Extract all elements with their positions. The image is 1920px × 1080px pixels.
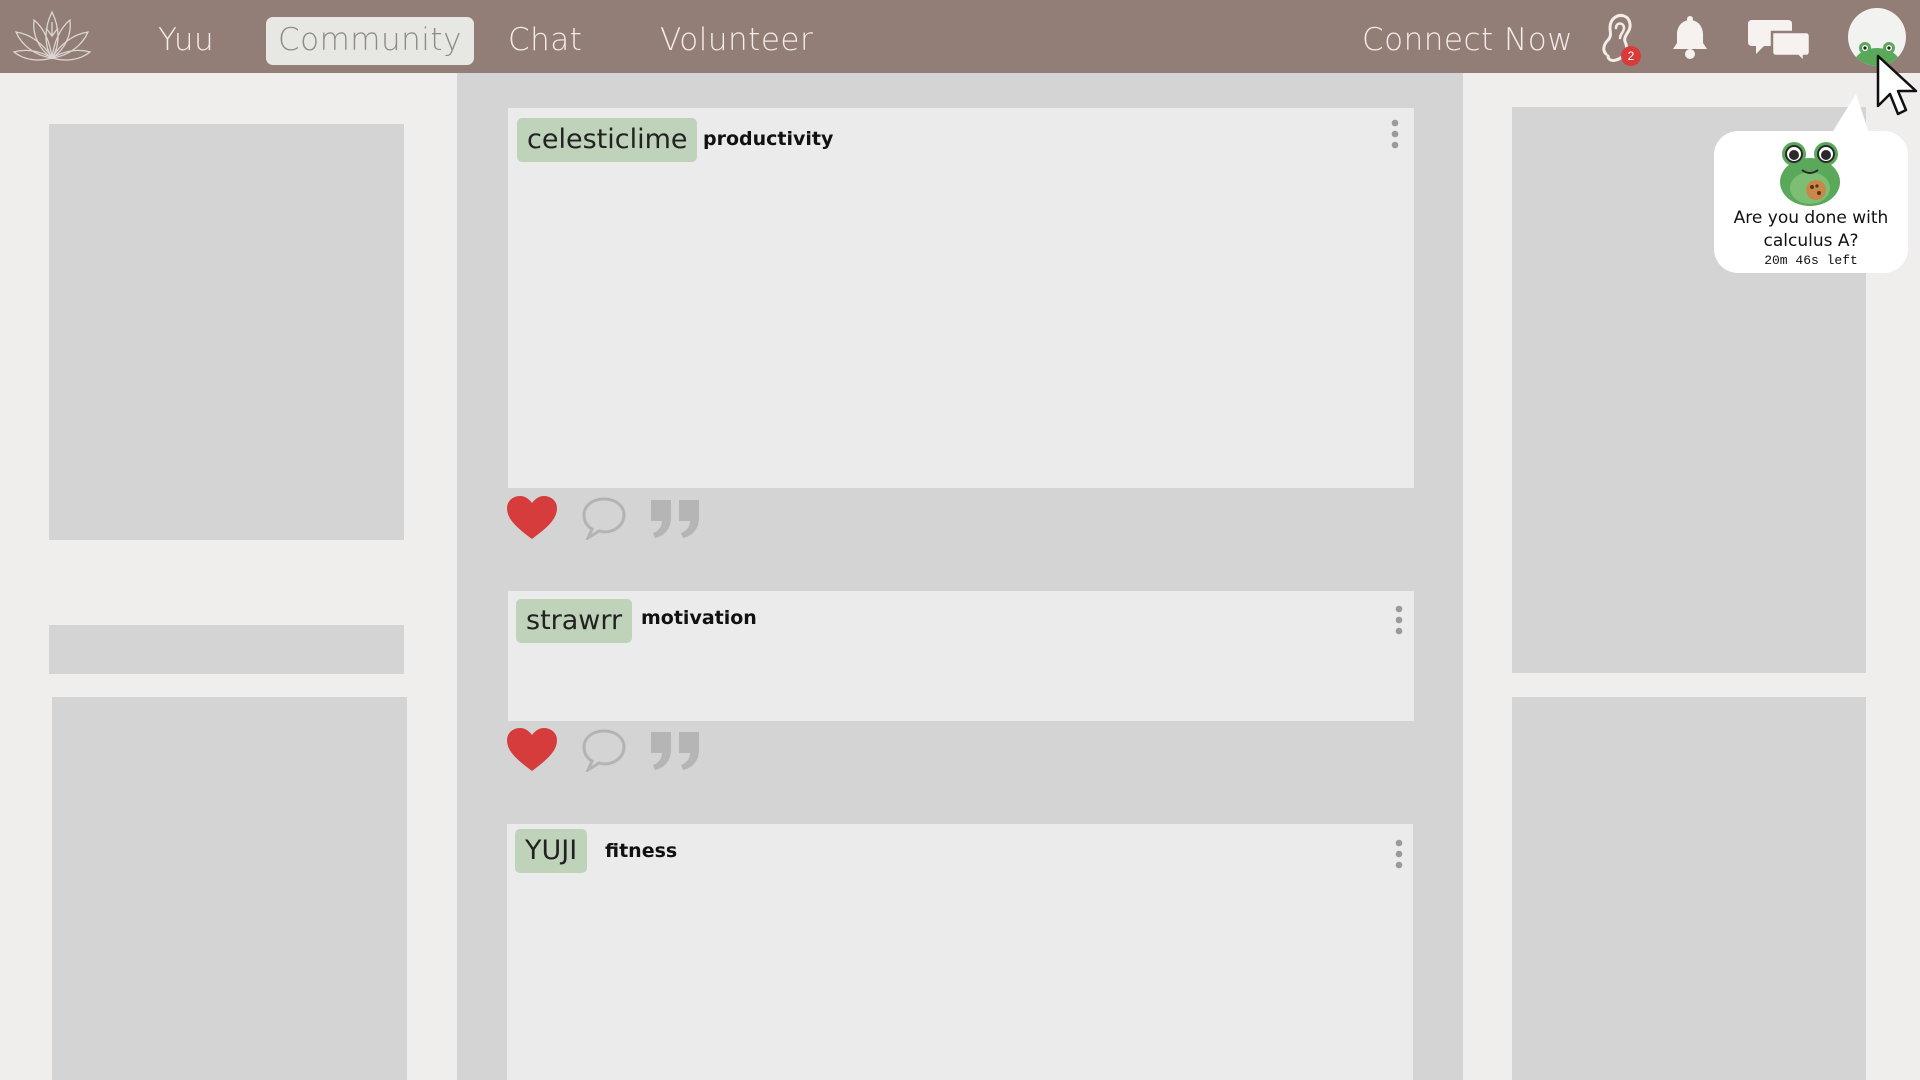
heart-icon[interactable] xyxy=(506,727,558,773)
quote-icon[interactable] xyxy=(647,496,703,540)
left-panel-top xyxy=(49,124,404,540)
comment-icon[interactable] xyxy=(581,728,627,772)
comment-icon[interactable] xyxy=(581,496,627,540)
heart-icon[interactable] xyxy=(506,495,558,541)
nav-chat[interactable]: Chat xyxy=(508,17,582,65)
post-username[interactable]: strawrr xyxy=(516,599,633,643)
lotus-logo-icon[interactable] xyxy=(10,6,94,66)
frog-cookie-icon xyxy=(1780,142,1840,206)
nav-yuu[interactable]: Yuu xyxy=(158,17,214,65)
connect-now-button[interactable]: Connect Now xyxy=(1362,17,1573,65)
post-username[interactable]: YUJI xyxy=(515,829,588,873)
mouse-cursor-icon xyxy=(1876,54,1918,116)
post-tag[interactable]: motivation xyxy=(641,607,757,629)
nav-volunteer[interactable]: Volunteer xyxy=(660,17,813,65)
bell-icon[interactable] xyxy=(1670,16,1710,60)
quote-icon[interactable] xyxy=(647,728,703,772)
more-options-icon[interactable] xyxy=(1394,838,1404,870)
post-tag[interactable]: fitness xyxy=(605,840,677,862)
more-options-icon[interactable] xyxy=(1394,604,1404,636)
right-panel-bottom xyxy=(1512,697,1866,1080)
more-options-icon[interactable] xyxy=(1390,118,1400,150)
notification-badge: 2 xyxy=(1621,46,1641,66)
post-card[interactable] xyxy=(508,108,1414,488)
left-panel-bottom xyxy=(52,697,407,1080)
reminder-timer: 20m 46s left xyxy=(1764,253,1858,268)
post-tag[interactable]: productivity xyxy=(703,128,833,150)
post-username[interactable]: celesticlime xyxy=(517,118,698,162)
bubble-tail xyxy=(1830,94,1870,136)
post-card[interactable] xyxy=(507,824,1413,1080)
chat-bubbles-icon[interactable] xyxy=(1748,16,1812,62)
left-panel-bar xyxy=(49,625,404,674)
nav-community[interactable]: Community xyxy=(266,17,474,65)
reminder-message: Are you done with calculus A? xyxy=(1733,208,1889,251)
